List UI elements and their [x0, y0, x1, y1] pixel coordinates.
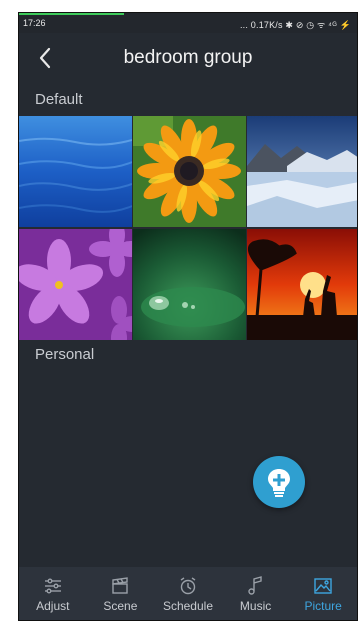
water-droplet-picture: [133, 229, 246, 340]
tab-music[interactable]: Music: [222, 567, 290, 620]
frozen-lake-picture: [247, 116, 357, 227]
header: bedroom group: [19, 33, 357, 83]
status-time: 17:26: [23, 18, 46, 28]
alarm-clock-icon: [180, 577, 196, 595]
picture-tile-frozen-lake[interactable]: [247, 116, 357, 227]
orange-flower-picture: [133, 116, 246, 227]
picture-tile-ocean[interactable]: [19, 116, 132, 227]
section-label-default: Default: [35, 91, 83, 108]
section-label-personal: Personal: [35, 346, 95, 363]
sliders-icon: [44, 578, 61, 594]
purple-flowers-picture: [19, 229, 132, 340]
picture-tile-orange-flower[interactable]: [133, 116, 246, 227]
tab-label: Adjust: [36, 599, 70, 613]
tab-adjust[interactable]: Adjust: [19, 567, 87, 620]
add-bulb-icon: [268, 469, 290, 497]
picture-tile-sunset-giraffes[interactable]: [247, 229, 357, 340]
status-accent-line: [19, 13, 124, 15]
add-bulb-button[interactable]: [253, 456, 305, 508]
ocean-picture: [19, 116, 132, 227]
tab-label: Music: [239, 599, 272, 613]
tab-label: Schedule: [162, 599, 213, 613]
status-bar: 17:26 ... 0.17K/s ✱ ⊘ ◷ ᯤ ⁴ᴳ ⚡: [19, 13, 357, 33]
picture-tile-water-droplet[interactable]: [133, 229, 246, 340]
tab-schedule[interactable]: Schedule: [154, 567, 222, 620]
picture-icon: [314, 578, 332, 594]
bottom-tab-bar: Adjust Scene Schedule Music Picture: [19, 567, 357, 620]
status-indicators: ... 0.17K/s ✱ ⊘ ◷ ᯤ ⁴ᴳ ⚡: [239, 20, 351, 30]
tab-picture[interactable]: Picture: [289, 567, 357, 620]
page-title: bedroom group: [123, 47, 253, 68]
tab-scene[interactable]: Scene: [87, 567, 155, 620]
music-note-icon: [247, 576, 262, 595]
picture-grid: [19, 116, 357, 340]
tab-label: Picture: [304, 599, 342, 613]
app-screen: 17:26 ... 0.17K/s ✱ ⊘ ◷ ᯤ ⁴ᴳ ⚡ bedroom g…: [18, 12, 358, 621]
tab-label: Scene: [103, 599, 138, 613]
sunset-giraffes-picture: [247, 229, 357, 340]
clapperboard-icon: [112, 577, 129, 594]
picture-tile-purple-flowers[interactable]: [19, 229, 132, 340]
